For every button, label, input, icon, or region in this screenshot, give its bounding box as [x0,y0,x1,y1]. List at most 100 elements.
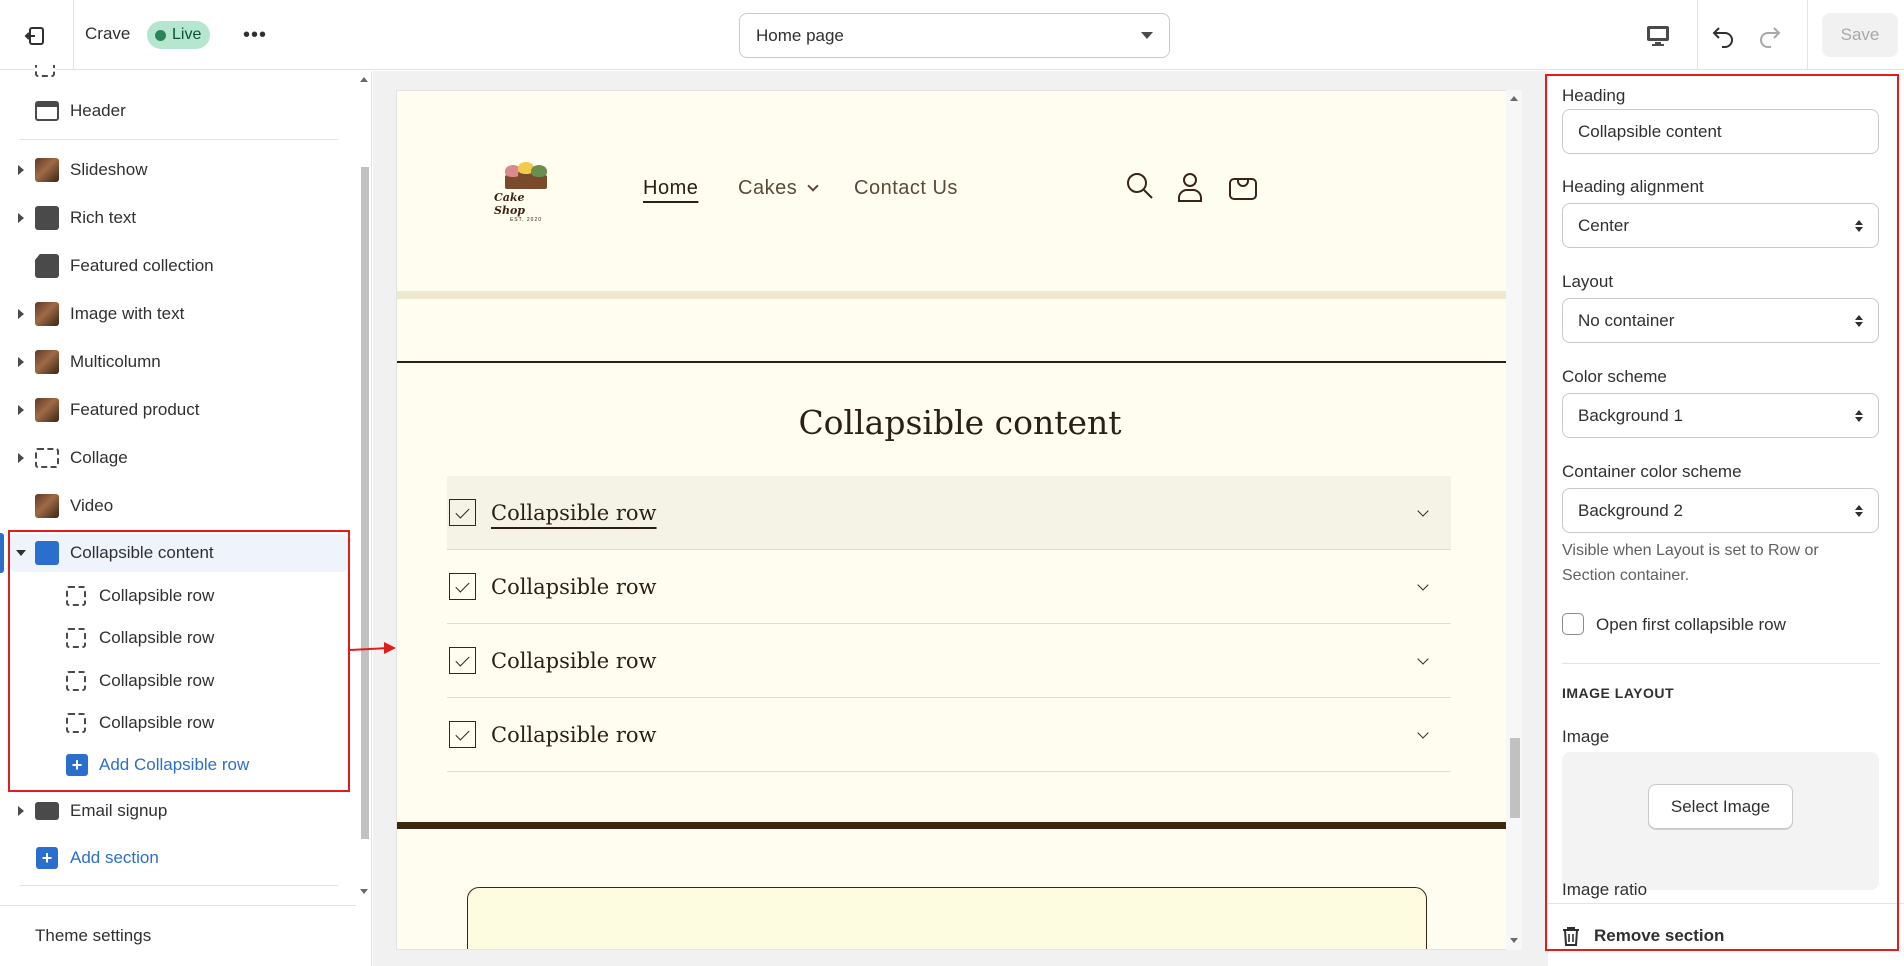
desktop-icon [1647,26,1669,46]
sidebar-item-video[interactable]: Video [0,486,350,526]
sidebar-item-label: Slideshow [70,160,148,179]
theme-settings-label: Theme settings [35,926,152,945]
store-logo[interactable]: Cake Shop EST. 2020 [494,162,558,223]
sidebar-item-label: Image with text [70,304,185,323]
redo-button[interactable] [1752,18,1788,54]
redo-icon [1760,27,1781,48]
sidebar-item-label: Featured collection [70,256,214,275]
sidebar-item-header[interactable]: Header [0,91,350,131]
nav-home-link[interactable]: Home [643,177,698,200]
nav-contact-link[interactable]: Contact Us [854,177,958,200]
divider [1807,0,1808,70]
expand-icon[interactable] [18,309,24,319]
undo-button[interactable] [1705,18,1741,54]
page-selector[interactable]: Home page [739,13,1170,58]
exit-icon [24,27,44,45]
divider [73,0,74,70]
check-box-icon [449,573,476,600]
scroll-up-icon[interactable] [1510,96,1518,101]
sidebar-item-slideshow[interactable]: Slideshow [0,150,350,190]
expand-icon[interactable] [18,165,24,175]
logo-text: Cake Shop [494,191,525,217]
sidebar-item-email-signup[interactable]: Email signup [0,791,350,831]
collapsible-row-title: Collapsible row [491,722,657,747]
chevron-down-icon [1417,727,1429,739]
envelope-icon [35,802,59,820]
collapsible-row-title: Collapsible row [491,500,657,525]
expand-icon[interactable] [18,213,24,223]
expand-icon[interactable] [18,357,24,367]
image-thumbnail-icon [35,302,59,326]
collapsible-row[interactable]: Collapsible row [447,476,1451,550]
divider [20,885,338,886]
collapsible-row[interactable]: Collapsible row [447,698,1451,772]
sidebar-item-rich-text[interactable]: Rich text [0,198,350,238]
product-thumbnail-icon [35,398,59,422]
sidebar-item-label: Multicolumn [70,352,161,371]
collapsible-row[interactable]: Collapsible row [447,624,1451,698]
sidebar-item-featured-product[interactable]: Featured product [0,390,350,430]
account-icon[interactable] [1175,171,1205,203]
chevron-down-icon [807,180,819,192]
collapsible-row-title: Collapsible row [491,648,657,673]
sidebar-item-label: Header [70,101,126,120]
annotation-arrow-head-icon [384,642,396,654]
expand-icon[interactable] [18,806,24,816]
sidebar-item-image-with-text[interactable]: Image with text [0,294,350,334]
sidebar-item-label: Collage [70,448,128,467]
theme-settings-button[interactable]: Theme settings [0,905,356,966]
header-divider [397,291,1521,299]
collapsible-row[interactable]: Collapsible row [447,550,1451,624]
more-actions-button[interactable]: ••• [240,20,270,50]
logo-subtext: EST. 2020 [509,217,543,223]
divider [1697,0,1698,70]
status-badge-label: Live [172,26,202,43]
plus-circle-icon: + [36,847,58,869]
sidebar-item-collage[interactable]: Collage [0,438,350,478]
undo-icon [1712,27,1733,48]
add-section-button[interactable]: + Add section [0,838,350,878]
text-icon [35,206,59,230]
section-border [397,822,1521,829]
scrollbar-thumb[interactable] [1510,738,1520,818]
sidebar-item-label: Video [70,496,114,515]
search-icon[interactable] [1125,171,1155,201]
sidebar-item-multicolumn[interactable]: Multicolumn [0,342,350,382]
caret-down-icon [1141,32,1153,39]
nav-cakes-link[interactable]: Cakes [738,177,819,200]
expand-icon[interactable] [18,453,24,463]
scrollbar-thumb[interactable] [361,167,369,839]
annotation-box-sidebar [8,530,350,792]
page-selector-value: Home page [756,25,844,45]
preview-scrollbar[interactable] [1506,90,1522,950]
scroll-down-icon[interactable] [1510,938,1518,943]
video-thumbnail-icon [35,494,59,518]
top-bar: Crave Live ••• Home page Save [0,0,1904,70]
exit-button[interactable] [18,22,52,50]
check-box-icon [449,647,476,674]
store-preview: Cake Shop EST. 2020 Home Cakes Contact U… [396,90,1522,950]
cupcake-logo-icon [503,162,549,189]
sidebar-scrollbar[interactable] [356,71,370,901]
add-section-label: Add section [70,848,159,867]
sidebar: Header Slideshow Rich text Featured coll… [0,65,372,966]
sidebar-item-announcement-bar[interactable] [0,65,350,79]
chevron-down-icon [1417,653,1429,665]
sidebar-item-featured-collection[interactable]: Featured collection [0,246,350,286]
expand-icon[interactable] [18,405,24,415]
next-section-card [467,887,1427,949]
nav-cakes-label: Cakes [738,177,798,199]
chevron-down-icon [1417,505,1429,517]
check-box-icon [449,499,476,526]
status-badge: Live [147,21,211,49]
scroll-down-icon[interactable] [360,889,368,894]
cart-icon[interactable] [1228,171,1258,201]
tag-icon [35,254,59,278]
desktop-view-button[interactable] [1640,20,1676,52]
scroll-up-icon[interactable] [360,77,368,82]
annotation-box-settings [1545,74,1899,951]
save-button[interactable]: Save [1822,13,1898,57]
ellipsis-icon: ••• [242,23,267,46]
multicolumn-thumbnail-icon [35,350,59,374]
live-dot-icon [155,29,166,41]
